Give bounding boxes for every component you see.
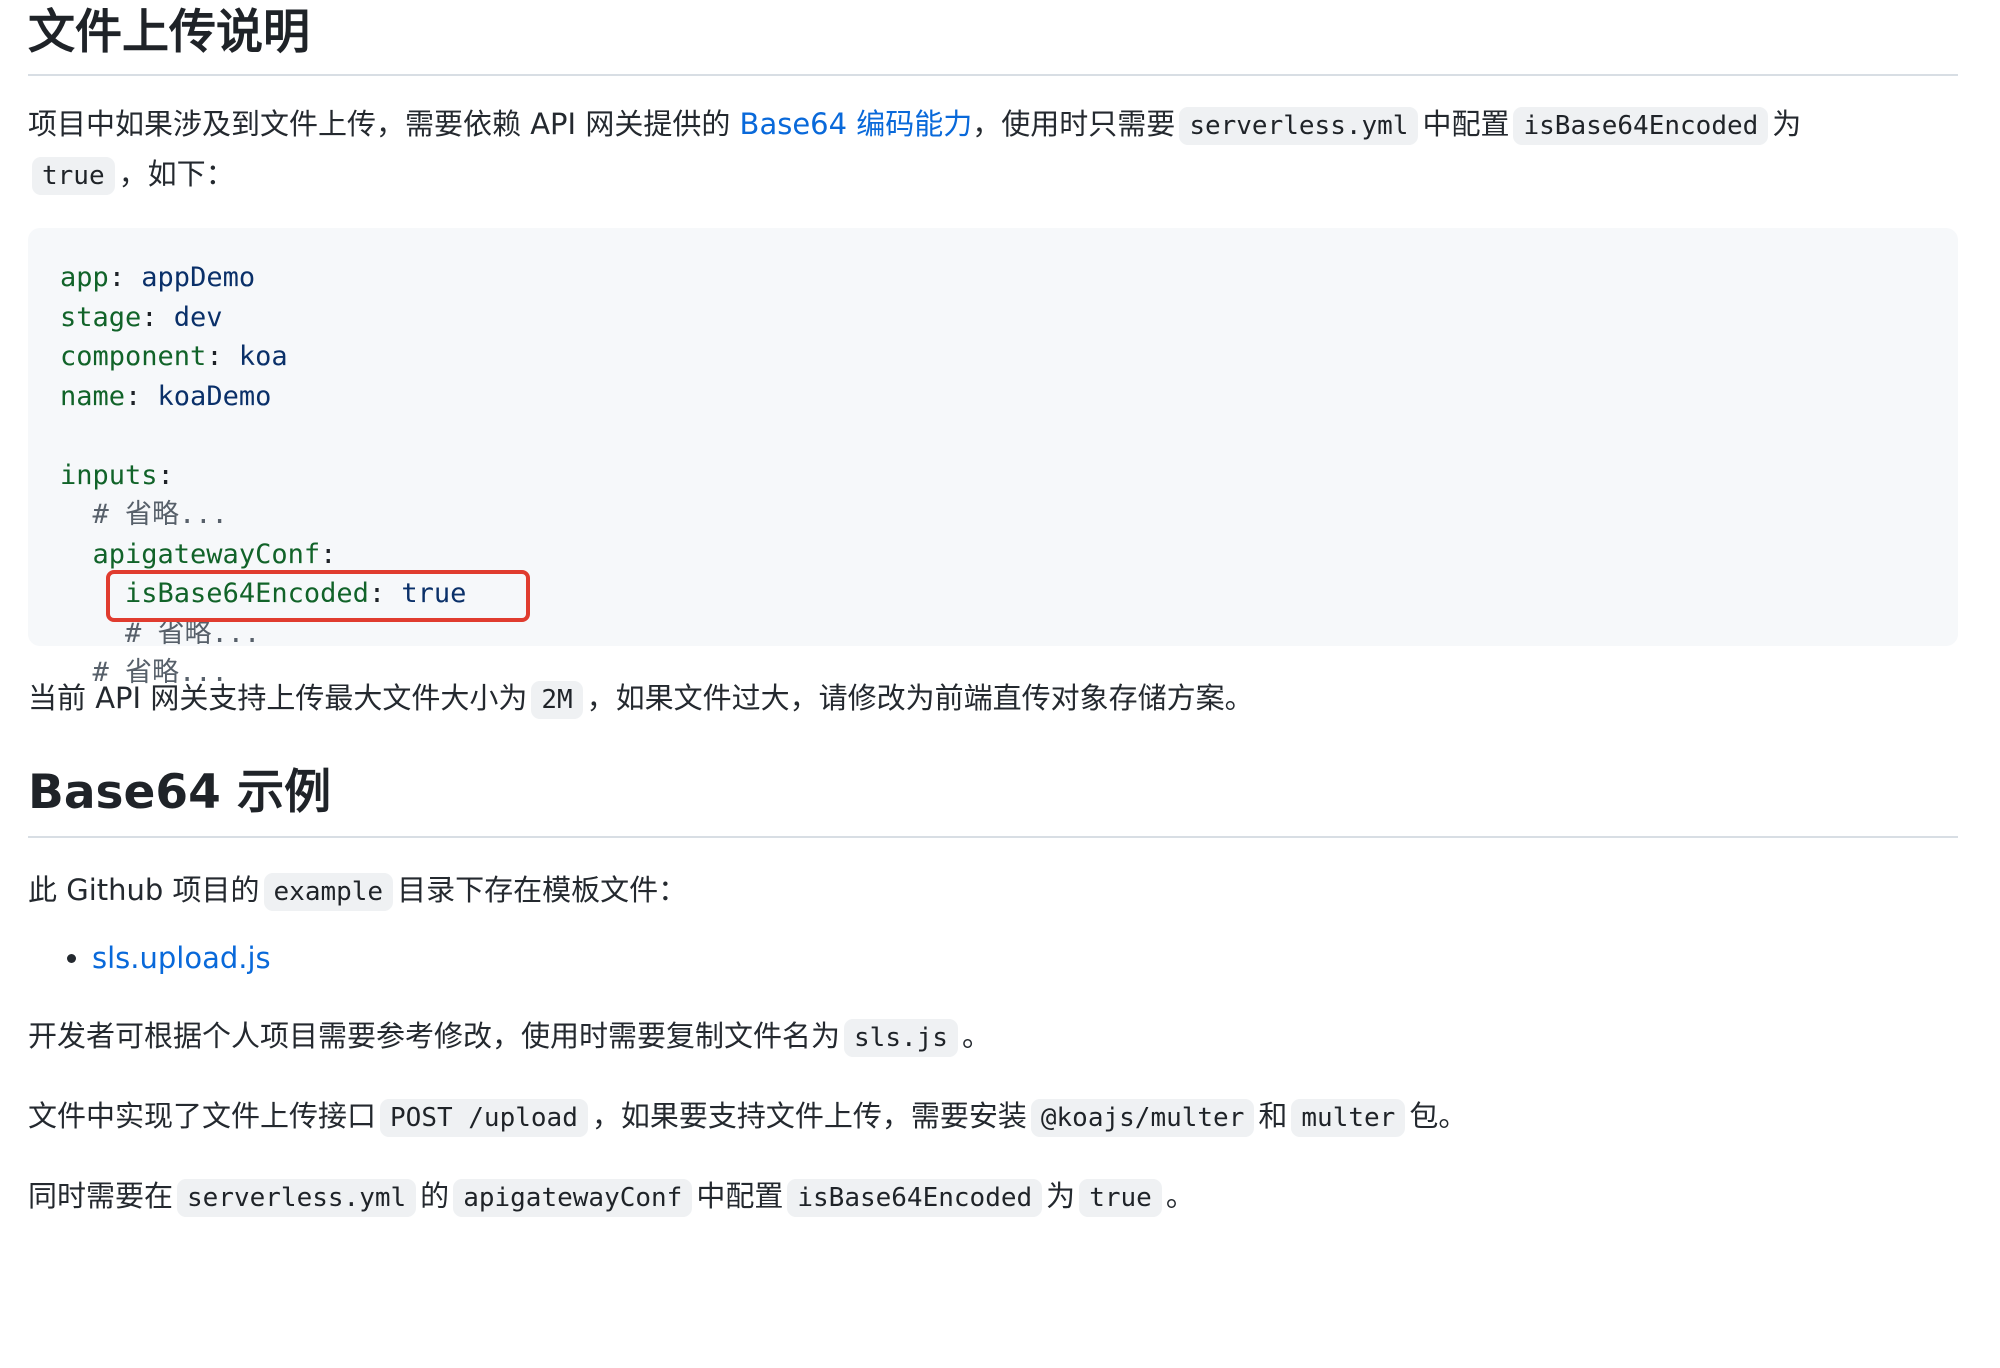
yaml-key: inputs <box>60 459 158 491</box>
text: 为 <box>1046 1179 1076 1213</box>
text: 开发者可根据个人项目需要参考修改，使用时需要复制文件名为 <box>28 1019 841 1053</box>
yaml-comment: # 省略... <box>92 657 228 688</box>
base64-encoding-link[interactable]: Base64 编码能力 <box>740 107 973 141</box>
yaml-comment: # 省略... <box>125 617 261 649</box>
inline-code: isBase64Encoded <box>1513 107 1769 145</box>
inline-code: multer <box>1291 1099 1406 1137</box>
config-paragraph: 同时需要在 serverless.yml 的 apigatewayConf 中配置 isB… <box>28 1172 1958 1222</box>
yaml-key: app <box>60 262 109 293</box>
text: 和 <box>1258 1099 1288 1133</box>
text: 。 <box>1165 1179 1195 1213</box>
text: 项目中如果涉及到文件上传，需要依赖 API 网关提供的 <box>28 107 731 141</box>
text: 目录下存在模板文件： <box>397 873 688 907</box>
yaml-key: component <box>60 341 207 372</box>
document-page: 文件上传说明 项目中如果涉及到文件上传，需要依赖 API 网关提供的 Base6… <box>0 0 2000 1368</box>
yaml-comment: # 省略... <box>92 499 228 530</box>
text: 文件中实现了文件上传接口 <box>28 1099 377 1133</box>
list-item: sls.upload.js <box>92 934 1958 982</box>
yaml-value: koa <box>238 341 288 372</box>
content: 文件上传说明 项目中如果涉及到文件上传，需要依赖 API 网关提供的 Base6… <box>28 0 1958 1222</box>
inline-code: isBase64Encoded <box>787 1179 1043 1217</box>
base64-intro-paragraph: 此 Github 项目的 example 目录下存在模板文件： <box>28 866 1958 916</box>
inline-code: true <box>32 157 115 195</box>
text: ，如下： <box>118 157 235 191</box>
yaml-code-block: app: appDemo stage: dev component: koa name… <box>28 228 1958 688</box>
section-title-upload: 文件上传说明 <box>28 0 1958 76</box>
text: 同时需要在 <box>28 1179 174 1213</box>
text: 为 <box>1772 107 1802 141</box>
upload-intro-paragraph: 项目中如果涉及到文件上传，需要依赖 API 网关提供的 Base64 编码能力，… <box>28 100 1958 200</box>
yaml-value: koaDemo <box>157 380 272 412</box>
yaml-value: dev <box>173 301 223 333</box>
inline-code: serverless.yml <box>1179 107 1419 145</box>
yaml-key: name <box>60 380 126 412</box>
inline-code: @koajs/multer <box>1030 1099 1255 1137</box>
inline-code: serverless.yml <box>177 1179 417 1217</box>
inline-code: true <box>1079 1179 1162 1217</box>
section-title-base64: Base64 示例 <box>28 762 1958 838</box>
yaml-key: apigatewayConf <box>92 538 321 570</box>
sls-upload-js-link[interactable]: sls.upload.js <box>92 941 271 975</box>
inline-code: example <box>263 873 394 911</box>
text: 此 Github 项目的 <box>28 873 260 907</box>
text: 中配置 <box>1422 107 1510 141</box>
text: 。 <box>961 1019 991 1053</box>
highlight-box <box>106 570 530 622</box>
file-list: sls.upload.js <box>28 934 1958 982</box>
text: 包。 <box>1409 1099 1468 1133</box>
yaml-value: appDemo <box>141 262 256 293</box>
upload-api-paragraph: 文件中实现了文件上传接口 POST /upload ，如果要支持文件上传，需要安装 @… <box>28 1092 1958 1142</box>
text: ，如果要支持文件上传，需要安装 <box>591 1099 1027 1133</box>
text: 中配置 <box>696 1179 784 1213</box>
inline-code: sls.js <box>844 1019 958 1057</box>
text: ，使用时只需要 <box>972 107 1176 141</box>
rename-paragraph: 开发者可根据个人项目需要参考修改，使用时需要复制文件名为 sls.js。 <box>28 1012 1958 1062</box>
inline-code: apigatewayConf <box>453 1179 693 1217</box>
text: 的 <box>420 1179 450 1213</box>
inline-code: POST /upload <box>380 1099 588 1137</box>
yaml-key: stage <box>60 301 142 333</box>
